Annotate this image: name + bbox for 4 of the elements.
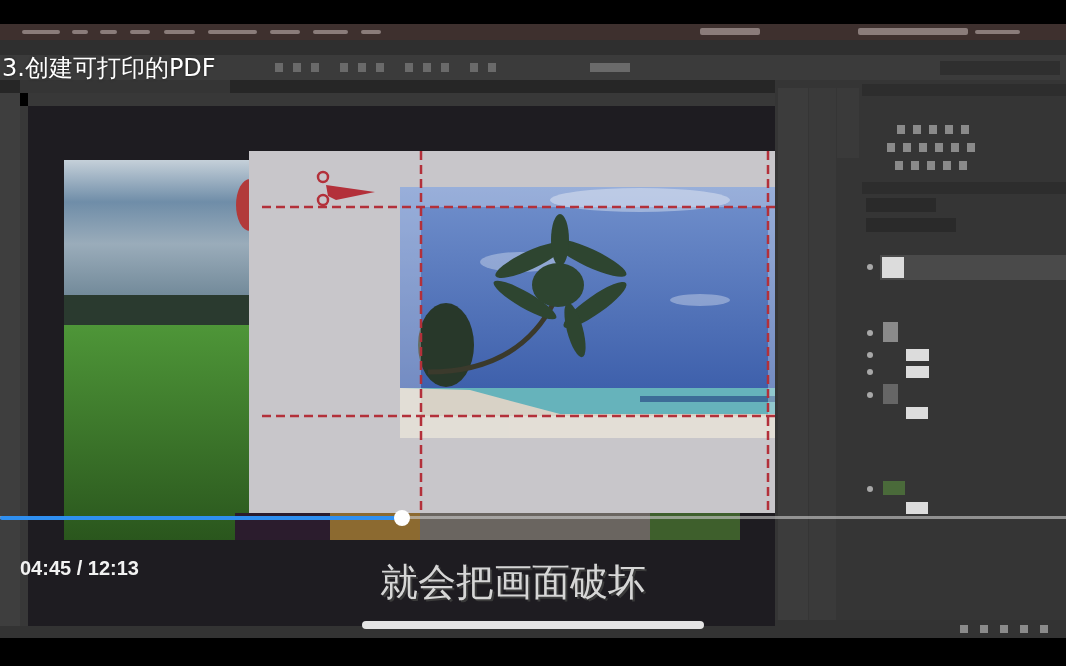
playback-time: 04:45 / 12:13 bbox=[20, 558, 139, 578]
subtitle-text: 就会把画面破坏 bbox=[380, 562, 646, 604]
progress-track[interactable] bbox=[0, 510, 1066, 526]
video-title: 3.创建可打印的PDF bbox=[2, 56, 216, 80]
